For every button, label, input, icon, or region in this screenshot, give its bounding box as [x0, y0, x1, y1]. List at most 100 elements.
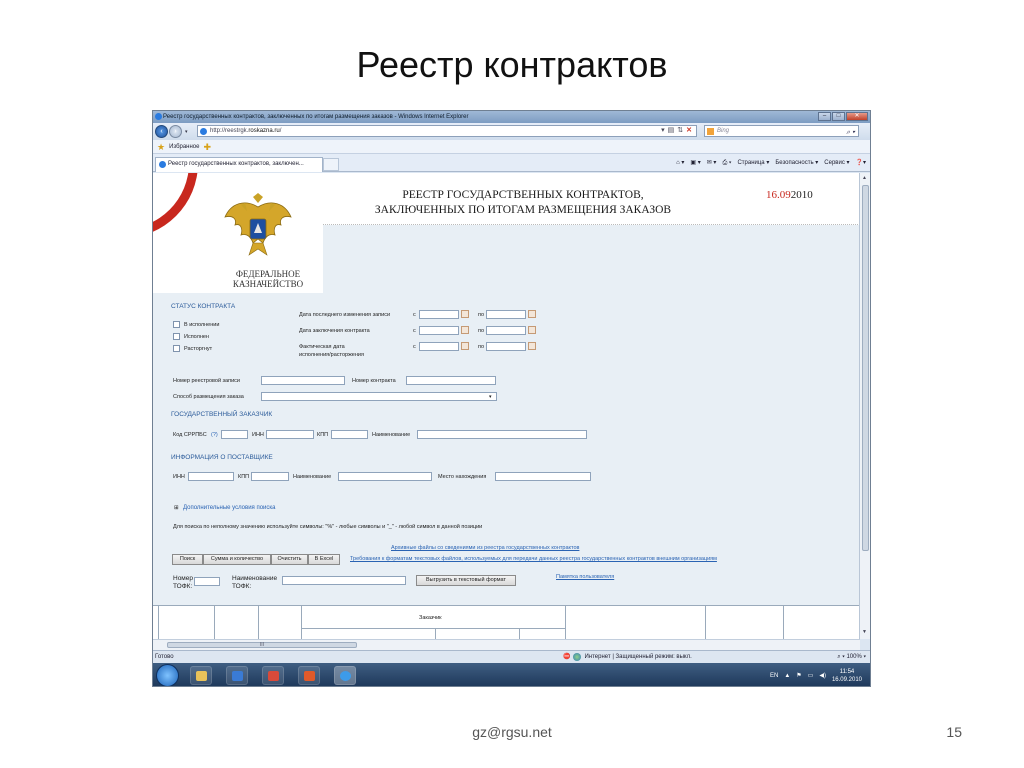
history-dropdown-icon[interactable]: ▾ — [185, 129, 188, 135]
tofk-name-input[interactable] — [282, 576, 406, 585]
sum-count-button[interactable]: Сумма и количество — [203, 554, 271, 565]
last-change-from-input[interactable] — [419, 310, 459, 319]
explorer-taskbar-icon[interactable] — [190, 666, 212, 685]
excel-button[interactable]: В Excel — [308, 554, 340, 565]
tofk-number-label-line2: ТОФК: — [173, 583, 193, 590]
tray-expand-icon[interactable]: ▲ — [784, 673, 790, 679]
actual-to-input[interactable] — [486, 342, 526, 351]
vertical-scroll-thumb[interactable] — [862, 185, 869, 551]
customer-inn-input[interactable] — [266, 430, 314, 439]
last-change-to-input[interactable] — [486, 310, 526, 319]
compat-view-icon[interactable]: ▤ — [668, 126, 675, 136]
print-icon[interactable]: ⎙ ▾ — [722, 157, 731, 169]
search-button[interactable]: Поиск — [172, 554, 203, 565]
new-tab-button[interactable] — [323, 158, 339, 171]
format-requirements-link[interactable]: Требования к форматам текстовых файлов, … — [350, 556, 717, 562]
search-field[interactable]: Bing ⌕ ▾ — [704, 125, 859, 137]
feeds-icon[interactable]: ▣ ▾ — [690, 157, 700, 169]
status-checkbox-in-progress[interactable] — [173, 321, 180, 328]
supplier-name-input[interactable] — [338, 472, 432, 481]
flag-icon[interactable]: ⚑ — [796, 672, 801, 679]
ie-taskbar-icon[interactable] — [334, 666, 356, 685]
search-icon[interactable]: ⌕ ▾ — [846, 128, 855, 138]
scroll-up-icon[interactable]: ▲ — [862, 175, 867, 181]
customer-code-help-link[interactable]: (?) — [211, 432, 218, 438]
windows-taskbar: EN ▲ ⚑ ▭ ◀) 11:54 16.09.2010 — [153, 663, 870, 686]
supplier-inn-input[interactable] — [188, 472, 234, 481]
url-field[interactable]: http://reestrgk.roskazna.ru/ ▾ ▤ ⇅ ✕ — [197, 125, 697, 137]
actual-from-input[interactable] — [419, 342, 459, 351]
select-dropdown-icon[interactable]: ▾ — [489, 394, 492, 400]
browser-tab[interactable]: Реестр государственных контрактов, заклю… — [155, 157, 323, 172]
back-button[interactable]: ‹ — [155, 125, 168, 138]
org-name-line2: КАЗНАЧЕЙСТВО — [232, 279, 304, 289]
stop-icon[interactable]: ✕ — [686, 126, 692, 136]
clock[interactable]: 11:54 16.09.2010 — [832, 668, 862, 684]
tofk-number-input[interactable] — [194, 577, 220, 586]
horizontal-scroll-thumb[interactable]: III — [167, 642, 357, 648]
from-label: с — [413, 344, 416, 350]
registry-number-input[interactable] — [261, 376, 345, 385]
customer-kpp-input[interactable] — [331, 430, 368, 439]
cmd-tools[interactable]: Сервис ▾ — [824, 157, 849, 169]
mail-taskbar-icon[interactable] — [262, 666, 284, 685]
actual-date-label-line2: исполнения/расторжения — [299, 352, 364, 358]
url-dropdown-icon[interactable]: ▾ — [661, 126, 665, 136]
supplier-kpp-input[interactable] — [251, 472, 289, 481]
org-name: ФЕДЕРАЛЬНОЕ КАЗНАЧЕЙСТВО — [213, 269, 323, 289]
supplier-location-input[interactable] — [495, 472, 591, 481]
status-section-label: СТАТУС КОНТРАКТА — [171, 303, 236, 310]
page-viewport: ФЕДЕРАЛЬНОЕ КАЗНАЧЕЙСТВО РЕЕСТР ГОСУДАРС… — [153, 173, 860, 639]
calendar-icon[interactable] — [528, 310, 536, 318]
add-favorite-icon[interactable]: ✚ — [204, 140, 212, 154]
refresh-icon[interactable]: ⇅ — [677, 126, 683, 136]
page-title: РЕЕСТР ГОСУДАРСТВЕННЫХ КОНТРАКТОВ, ЗАКЛЮ… — [343, 188, 703, 218]
close-button[interactable]: ✕ — [846, 112, 868, 121]
protected-mode-icon: ⛔ — [563, 654, 571, 660]
extra-conditions-toggle[interactable]: Дополнительные условия поиска — [183, 505, 276, 511]
customer-code-input[interactable] — [221, 430, 248, 439]
expand-plus-icon[interactable]: ⊞ — [174, 505, 179, 511]
favorites-star-icon[interactable]: ★ — [157, 140, 165, 154]
calendar-icon[interactable] — [528, 342, 536, 350]
actual-date-label-line1: Фактическая дата — [299, 344, 345, 350]
archive-files-link[interactable]: Архивные файлы со сведениями из реестра … — [391, 545, 579, 551]
mail-icon[interactable]: ✉ ▾ — [707, 157, 717, 169]
media-player-taskbar-icon[interactable] — [226, 666, 248, 685]
cmd-security[interactable]: Безопасность ▾ — [775, 157, 818, 169]
placement-method-select[interactable] — [261, 392, 497, 401]
language-indicator[interactable]: EN — [770, 673, 778, 679]
status-checkbox-completed[interactable] — [173, 333, 180, 340]
to-label: по — [478, 328, 485, 334]
powerpoint-taskbar-icon[interactable] — [298, 666, 320, 685]
minimize-button[interactable]: – — [818, 112, 831, 121]
customer-inn-label: ИНН — [252, 432, 264, 438]
clear-button[interactable]: Очистить — [271, 554, 308, 565]
user-memo-link[interactable]: Памятка пользователя — [556, 574, 614, 580]
conclusion-from-input[interactable] — [419, 326, 459, 335]
help-icon[interactable]: ❓▾ — [856, 157, 866, 169]
customer-kpp-label: КПП — [317, 432, 329, 438]
home-icon[interactable]: ⌂ ▾ — [676, 157, 684, 169]
cmd-page[interactable]: Страница ▾ — [737, 157, 769, 169]
maximize-button[interactable]: □ — [832, 112, 845, 121]
conclusion-to-input[interactable] — [486, 326, 526, 335]
horizontal-scrollbar[interactable]: III — [153, 639, 860, 650]
calendar-icon[interactable] — [461, 326, 469, 334]
customer-name-input[interactable] — [417, 430, 587, 439]
export-text-button[interactable]: Выгрузить в текстовый формат — [416, 575, 516, 586]
calendar-icon[interactable] — [461, 310, 469, 318]
network-icon[interactable]: ▭ — [808, 672, 814, 679]
contract-number-input[interactable] — [406, 376, 496, 385]
vertical-scrollbar[interactable]: ▲ ▼ — [860, 173, 870, 639]
volume-icon[interactable]: ◀) — [819, 672, 826, 679]
scroll-down-icon[interactable]: ▼ — [862, 629, 867, 635]
favorites-label[interactable]: Избранное — [169, 140, 199, 154]
calendar-icon[interactable] — [528, 326, 536, 334]
calendar-icon[interactable] — [461, 342, 469, 350]
zone-indicator[interactable]: ⛔ Интернет | Защищенный режим: выкл. — [563, 651, 692, 663]
zoom-control[interactable]: ⌕ ▾ 100% ▾ — [837, 651, 866, 663]
status-checkbox-terminated[interactable] — [173, 345, 180, 352]
forward-button[interactable]: › — [169, 125, 182, 138]
start-button[interactable] — [156, 664, 179, 686]
